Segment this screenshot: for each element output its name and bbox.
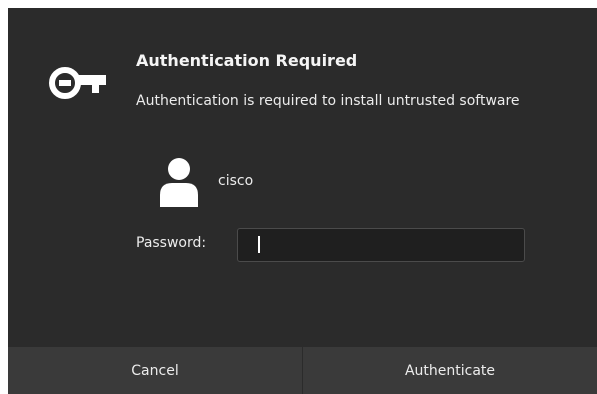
dialog-title: Authentication Required xyxy=(136,51,358,70)
text-cursor xyxy=(258,236,260,253)
username-label: cisco xyxy=(218,173,254,189)
authentication-dialog: Authentication Required Authentication i… xyxy=(8,8,597,394)
user-avatar-icon xyxy=(160,158,198,207)
password-input[interactable] xyxy=(237,228,525,262)
password-label: Password: xyxy=(136,235,207,251)
button-bar: Cancel Authenticate xyxy=(8,347,597,394)
authenticate-button[interactable]: Authenticate xyxy=(303,347,597,394)
key-icon xyxy=(49,67,106,99)
cancel-button[interactable]: Cancel xyxy=(8,347,303,394)
dialog-message: Authentication is required to install un… xyxy=(136,93,520,109)
